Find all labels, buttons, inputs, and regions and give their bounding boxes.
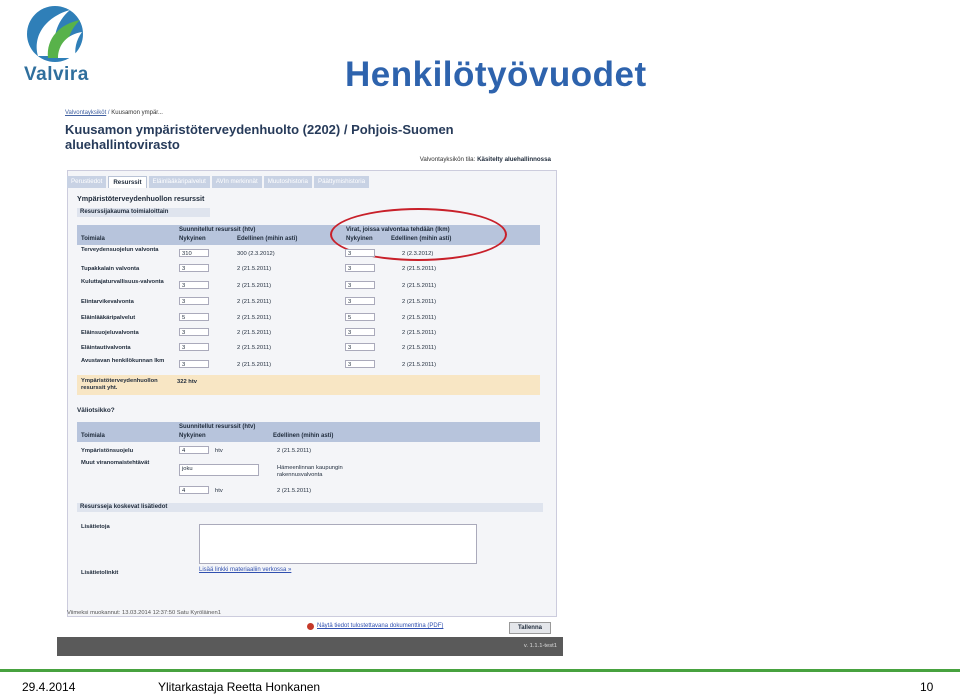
edellinen-value-2: 2 (21.5.2011) (402, 315, 437, 321)
tab-avin-merkinnat[interactable]: AVIn merkinnät (211, 176, 262, 188)
pdf-icon (307, 623, 314, 630)
edellinen-value: 300 (2.3.2012) (237, 251, 275, 257)
row-label: Eläinsuojeluvalvonta (81, 330, 139, 336)
nykyinen-input[interactable]: 3 (179, 297, 209, 305)
page-number: 10 (920, 680, 934, 694)
last-modified: Viimeksi muokannut: 13.03.2014 12:37:50 … (67, 610, 221, 616)
breadcrumb: Valvontayksiköt / Kuusamon ympär... (65, 110, 163, 116)
col-nykyinen-3: Nykyinen (179, 433, 206, 439)
table2-header (77, 422, 540, 442)
lisatietoja-label: Lisätietoja (81, 524, 110, 530)
lisatietoja-textarea[interactable] (199, 524, 477, 564)
col-edellinen: Edellinen (mihin asti) (237, 236, 298, 242)
total-value: 322 htv (177, 379, 197, 385)
nykyinen-input-2[interactable]: 3 (345, 264, 375, 272)
edellinen-value-2: 2 (21.5.2011) (402, 330, 437, 336)
lisatietolinkit-label: Lisätietolinkit (81, 570, 119, 576)
edellinen-value-2: 2 (21.5.2011) (402, 299, 437, 305)
col-group-suunnitellut: Suunnitellut resurssit (htv) (179, 227, 256, 233)
edellinen-value: 2 (21.5.2011) (237, 283, 272, 289)
app-screenshot: Valvontayksiköt / Kuusamon ympär... Kuus… (57, 104, 563, 656)
other-task-description: Hämeenlinnan kaupungin rakennusvalvonta (277, 465, 343, 478)
col-group-suunnitellut-2: Suunnitellut resurssit (htv) (179, 424, 256, 430)
nykyinen-input-2[interactable]: 5 (345, 313, 375, 321)
section-title: Ympäristöterveydenhuollon resurssit (77, 194, 205, 203)
add-link-button[interactable]: Lisää linkki materiaaliin verkossa » (199, 567, 291, 573)
footer-divider (0, 669, 960, 672)
edellinen-value-2: 2 (21.5.2011) (402, 283, 437, 289)
row-label: Avustavan henkilökunnan lkm (81, 358, 165, 364)
tab-paattymishistoria[interactable]: Päättymishistoria (313, 176, 370, 188)
total-label: Ympäristöterveydenhuollon resurssit yht. (81, 378, 158, 391)
edellinen-value: 2 (21.5.2011) (237, 330, 272, 336)
row-label: Ympäristönsuojelu (81, 448, 134, 454)
version-bar: v. 1.1.1-test1 (57, 637, 563, 656)
unit-htv: htv (215, 448, 223, 454)
nykyinen-input-2[interactable]: 3 (345, 360, 375, 368)
col-toimiala-2: Toimiala (81, 433, 105, 439)
row-label: Elintarvikevalvonta (81, 299, 134, 305)
total-row: Ympäristöterveydenhuollon resurssit yht.… (77, 375, 540, 395)
nykyinen-input[interactable]: 3 (179, 281, 209, 289)
valiotsikko: Väliotsikko? (77, 407, 115, 414)
nykyinen-input-2[interactable]: 3 (345, 343, 375, 351)
nykyinen-input-2[interactable]: 3 (345, 249, 375, 257)
slide-title: Henkilötyövuodet (345, 55, 647, 94)
row-label: Eläinlääkäripalvelut (81, 315, 136, 321)
save-button[interactable]: Tallenna (509, 622, 551, 634)
tab-elainlaakaripalvelut[interactable]: Eläinlääkäripalvelut (148, 176, 210, 188)
col-edellinen-3: Edellinen (mihin asti) (273, 433, 334, 439)
row-label: Tupakkalain valvonta (81, 266, 140, 272)
nykyinen-input-2[interactable]: 3 (345, 281, 375, 289)
status-value: Käsitelty aluehallinnossa (477, 156, 551, 163)
nykyinen-input[interactable]: 5 (179, 313, 209, 321)
page-title: Kuusamon ympäristöterveydenhuolto (2202)… (65, 122, 454, 152)
row-label: Terveydensuojelun valvonta (81, 247, 159, 253)
nykyinen-input[interactable]: 3 (179, 264, 209, 272)
nykyinen-input-2[interactable]: 3 (345, 297, 375, 305)
nykyinen-input[interactable]: 4 (179, 446, 209, 454)
edellinen-value: 2 (21.5.2011) (237, 362, 272, 368)
nykyinen-input-2[interactable]: 3 (345, 328, 375, 336)
edellinen-value-2: 2 (21.5.2011) (402, 345, 437, 351)
footer-date: 29.4.2014 (22, 680, 76, 694)
nykyinen-input[interactable]: 4 (179, 486, 209, 494)
version-text: v. 1.1.1-test1 (523, 643, 557, 649)
edellinen-value-2: 2 (2.3.2012) (402, 251, 434, 257)
tab-bar: Perustiedot Resurssit Eläinlääkäripalvel… (67, 176, 370, 188)
nykyinen-input[interactable]: 3 (179, 343, 209, 351)
footer-author: Ylitarkastaja Reetta Honkanen (158, 680, 321, 694)
edellinen-value: 2 (21.5.2011) (277, 448, 312, 454)
row-label: Eläintautivalvonta (81, 345, 131, 351)
nykyinen-input[interactable]: 3 (179, 360, 209, 368)
status-text: Valvontayksikön tila: Käsitelty aluehall… (420, 156, 551, 163)
edellinen-value: 2 (21.5.2011) (237, 345, 272, 351)
edellinen-value: 2 (21.5.2011) (237, 266, 272, 272)
breadcrumb-link-valvontayksikot[interactable]: Valvontayksiköt (65, 110, 106, 116)
breadcrumb-separator: / (107, 110, 110, 116)
row-label: Muut viranomaistehtävät (81, 460, 150, 466)
edellinen-value-2: 2 (21.5.2011) (402, 266, 437, 272)
other-task-input[interactable]: joku (179, 464, 259, 476)
status-label: Valvontayksikön tila: (419, 156, 476, 163)
sub-bar: Resurssijakauma toimialoittain (77, 208, 210, 217)
edellinen-value-2: 2 (21.5.2011) (402, 362, 437, 368)
nykyinen-input[interactable]: 310 (179, 249, 209, 257)
edellinen-value: 2 (21.5.2011) (277, 488, 312, 494)
pdf-link[interactable]: Näytä tiedot tulostettavana dokumenttina… (317, 623, 443, 629)
col-nykyinen: Nykyinen (179, 236, 206, 242)
edellinen-value: 2 (21.5.2011) (237, 315, 272, 321)
tab-muutoshistoria[interactable]: Muutoshistoria (263, 176, 312, 188)
tab-perustiedot[interactable]: Perustiedot (67, 176, 107, 188)
additional-info-bar: Resursseja koskevat lisätiedot (77, 503, 543, 512)
col-toimiala: Toimiala (81, 236, 105, 242)
unit-htv: htv (215, 488, 223, 494)
breadcrumb-current: Kuusamon ympär... (111, 110, 163, 116)
row-label: Kuluttajaturvallisuus-valvonta (81, 279, 164, 285)
logo-text: Valvira (24, 64, 89, 85)
nykyinen-input[interactable]: 3 (179, 328, 209, 336)
edellinen-value: 2 (21.5.2011) (237, 299, 272, 305)
tab-resurssit[interactable]: Resurssit (108, 176, 147, 188)
